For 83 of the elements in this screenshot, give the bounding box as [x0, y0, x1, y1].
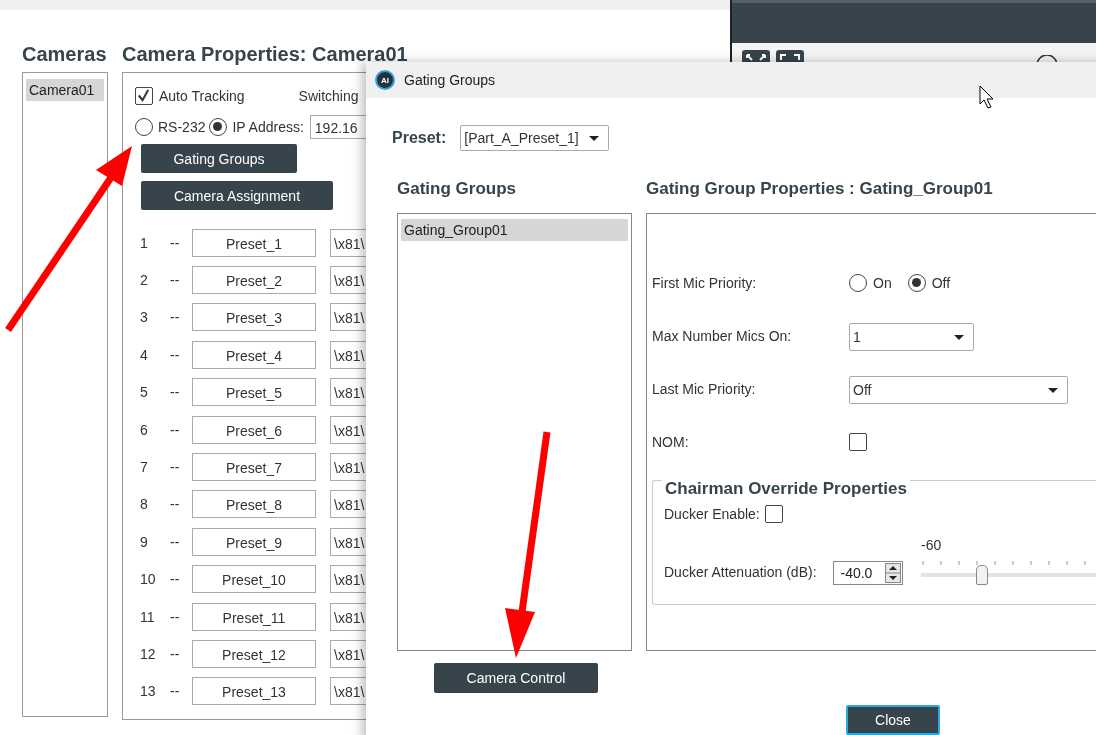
checkbox[interactable] [764, 505, 783, 523]
row-number: 5 [140, 384, 149, 401]
slider-thumb[interactable] [976, 565, 989, 585]
list-item[interactable]: Gating_Group01 [401, 219, 628, 241]
row-number: 11 [140, 608, 156, 625]
dropdown[interactable]: 1 [849, 323, 974, 351]
preset-name-field[interactable]: Preset_2 [192, 266, 316, 295]
checkbox-label: Auto Tracking [159, 88, 245, 104]
radio-label: Off [931, 274, 951, 293]
dropdown[interactable]: [Part_A_Preset_1] [460, 125, 610, 151]
row-number: 8 [140, 496, 149, 513]
dropdown[interactable]: Off [849, 376, 1068, 404]
radio-label: IP Address: [232, 119, 304, 135]
list-item[interactable]: Camera01 [26, 79, 104, 101]
scale-label: -60 [921, 537, 943, 553]
radio-label: On [873, 274, 892, 293]
row-number: 1 [140, 234, 149, 251]
section-heading: Camera Properties: Camera01 [122, 43, 409, 67]
separator-text: -- [170, 384, 181, 401]
preset-name-field[interactable]: Preset_3 [192, 303, 316, 332]
cursor-icon [979, 85, 994, 109]
preset-name-field[interactable]: Preset_5 [192, 378, 316, 407]
preset-name-field[interactable]: Preset_1 [192, 228, 316, 257]
radio-label: RS-232 [158, 119, 206, 135]
separator-text: -- [170, 272, 181, 289]
radio-button[interactable] [135, 118, 153, 136]
row-number: 4 [140, 346, 149, 363]
field-label: Switching [298, 88, 359, 104]
section-heading: Gating Groups [397, 179, 517, 200]
separator-text: -- [170, 309, 181, 326]
section-heading: Cameras [22, 43, 108, 67]
separator-text: -- [170, 608, 181, 625]
radio-button[interactable] [849, 274, 867, 292]
row-number: 12 [140, 646, 157, 662]
checkbox[interactable] [849, 433, 867, 451]
window-title: Gating Groups [404, 72, 496, 88]
close-button[interactable]: Close [846, 705, 940, 735]
app-logo: AI [375, 70, 395, 90]
row-number: 3 [140, 309, 149, 326]
preset-name-field[interactable]: Preset_6 [192, 415, 316, 444]
preset-name-field[interactable]: Preset_11 [192, 602, 316, 631]
number-spinner[interactable]: -40.0 [833, 561, 903, 585]
field-label: Ducker Attenuation (dB): [664, 563, 818, 582]
separator-text: -- [170, 496, 181, 513]
spinner-arrows-icon [885, 563, 901, 583]
radio-button[interactable] [907, 274, 926, 292]
separator-text: -- [170, 459, 181, 476]
field-label: NOM: [652, 433, 690, 452]
preset-name-field[interactable]: Preset_8 [192, 490, 316, 519]
separator-text: -- [170, 571, 181, 588]
separator-text: -- [170, 683, 181, 700]
separator-text: -- [170, 234, 181, 251]
row-number: 13 [140, 683, 157, 700]
separator-text: -- [170, 646, 181, 662]
camera-control-button[interactable]: Camera Control [434, 663, 598, 693]
action-button[interactable]: Gating Groups [141, 144, 297, 173]
preset-name-field[interactable]: Preset_10 [192, 565, 316, 594]
caret-icon [589, 135, 600, 141]
row-number: 9 [140, 533, 149, 550]
field-label: Last Mic Priority: [652, 380, 757, 399]
field-label: Max Number Mics On: [652, 327, 793, 346]
row-number: 7 [140, 459, 149, 476]
separator-text: -- [170, 421, 181, 438]
field-label: Preset: [392, 129, 447, 147]
preset-name-field[interactable]: Preset_7 [192, 453, 316, 482]
row-number: 10 [140, 571, 157, 588]
caret-icon [1048, 387, 1058, 393]
caret-icon [954, 334, 964, 340]
separator-text: -- [170, 346, 181, 363]
row-number: 2 [140, 272, 149, 289]
separator-text: -- [170, 533, 181, 550]
preset-name-field[interactable]: Preset_9 [192, 527, 316, 556]
preset-name-field[interactable]: Preset_12 [192, 640, 316, 668]
preset-name-field[interactable]: Preset_4 [192, 340, 316, 369]
action-button[interactable]: Camera Assignment [141, 181, 333, 210]
field-label: Ducker Enable: [664, 506, 760, 522]
section-heading: Gating Group Properties : Gating_Group01 [646, 179, 994, 200]
group-title: Chairman Override Properties [662, 479, 910, 499]
radio-button[interactable] [209, 118, 228, 136]
checkbox[interactable] [135, 87, 153, 105]
field-label: First Mic Priority: [652, 274, 758, 293]
row-number: 6 [140, 421, 149, 438]
preset-name-field[interactable]: Preset_13 [192, 677, 316, 706]
